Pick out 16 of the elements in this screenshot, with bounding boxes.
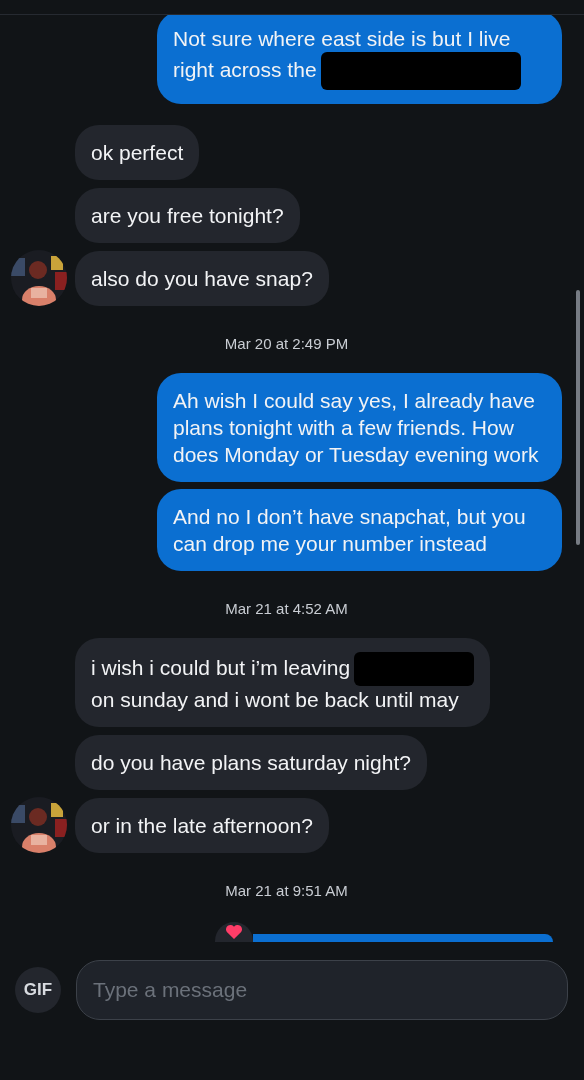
message-bubble: i wish i could but i’m leaving on sunday and i wont be back until may: [75, 638, 491, 727]
message-bubble: Ah wish I could say yes, I already have plans tonight with a few friends. How does Monday or Tuesday evening work: [157, 373, 562, 482]
scrollbar[interactable]: [576, 290, 580, 545]
timestamp: Mar 21 at 4:52 AM: [225, 600, 348, 617]
gif-button[interactable]: GIF: [15, 967, 61, 1013]
message-bubble: do you have plans saturday night?: [75, 735, 427, 790]
timestamp: Mar 21 at 9:51 AM: [225, 882, 348, 899]
message-bubble: also do you have snap?: [75, 251, 329, 306]
message-input[interactable]: Type a message: [76, 960, 568, 1020]
message-bubble: are you free tonight?: [75, 188, 300, 243]
heart-reaction-icon: [215, 922, 253, 942]
message-bubble: ok perfect: [75, 125, 200, 180]
message-bubble: And no I don’t have snapchat, but you can drop me your number instead: [157, 489, 562, 571]
message-bubble: Not sure where east side is but I live right across the: [157, 15, 562, 104]
message-bubble: or in the late afternoon?: [75, 798, 329, 853]
timestamp: Mar 20 at 2:49 PM: [224, 335, 349, 352]
